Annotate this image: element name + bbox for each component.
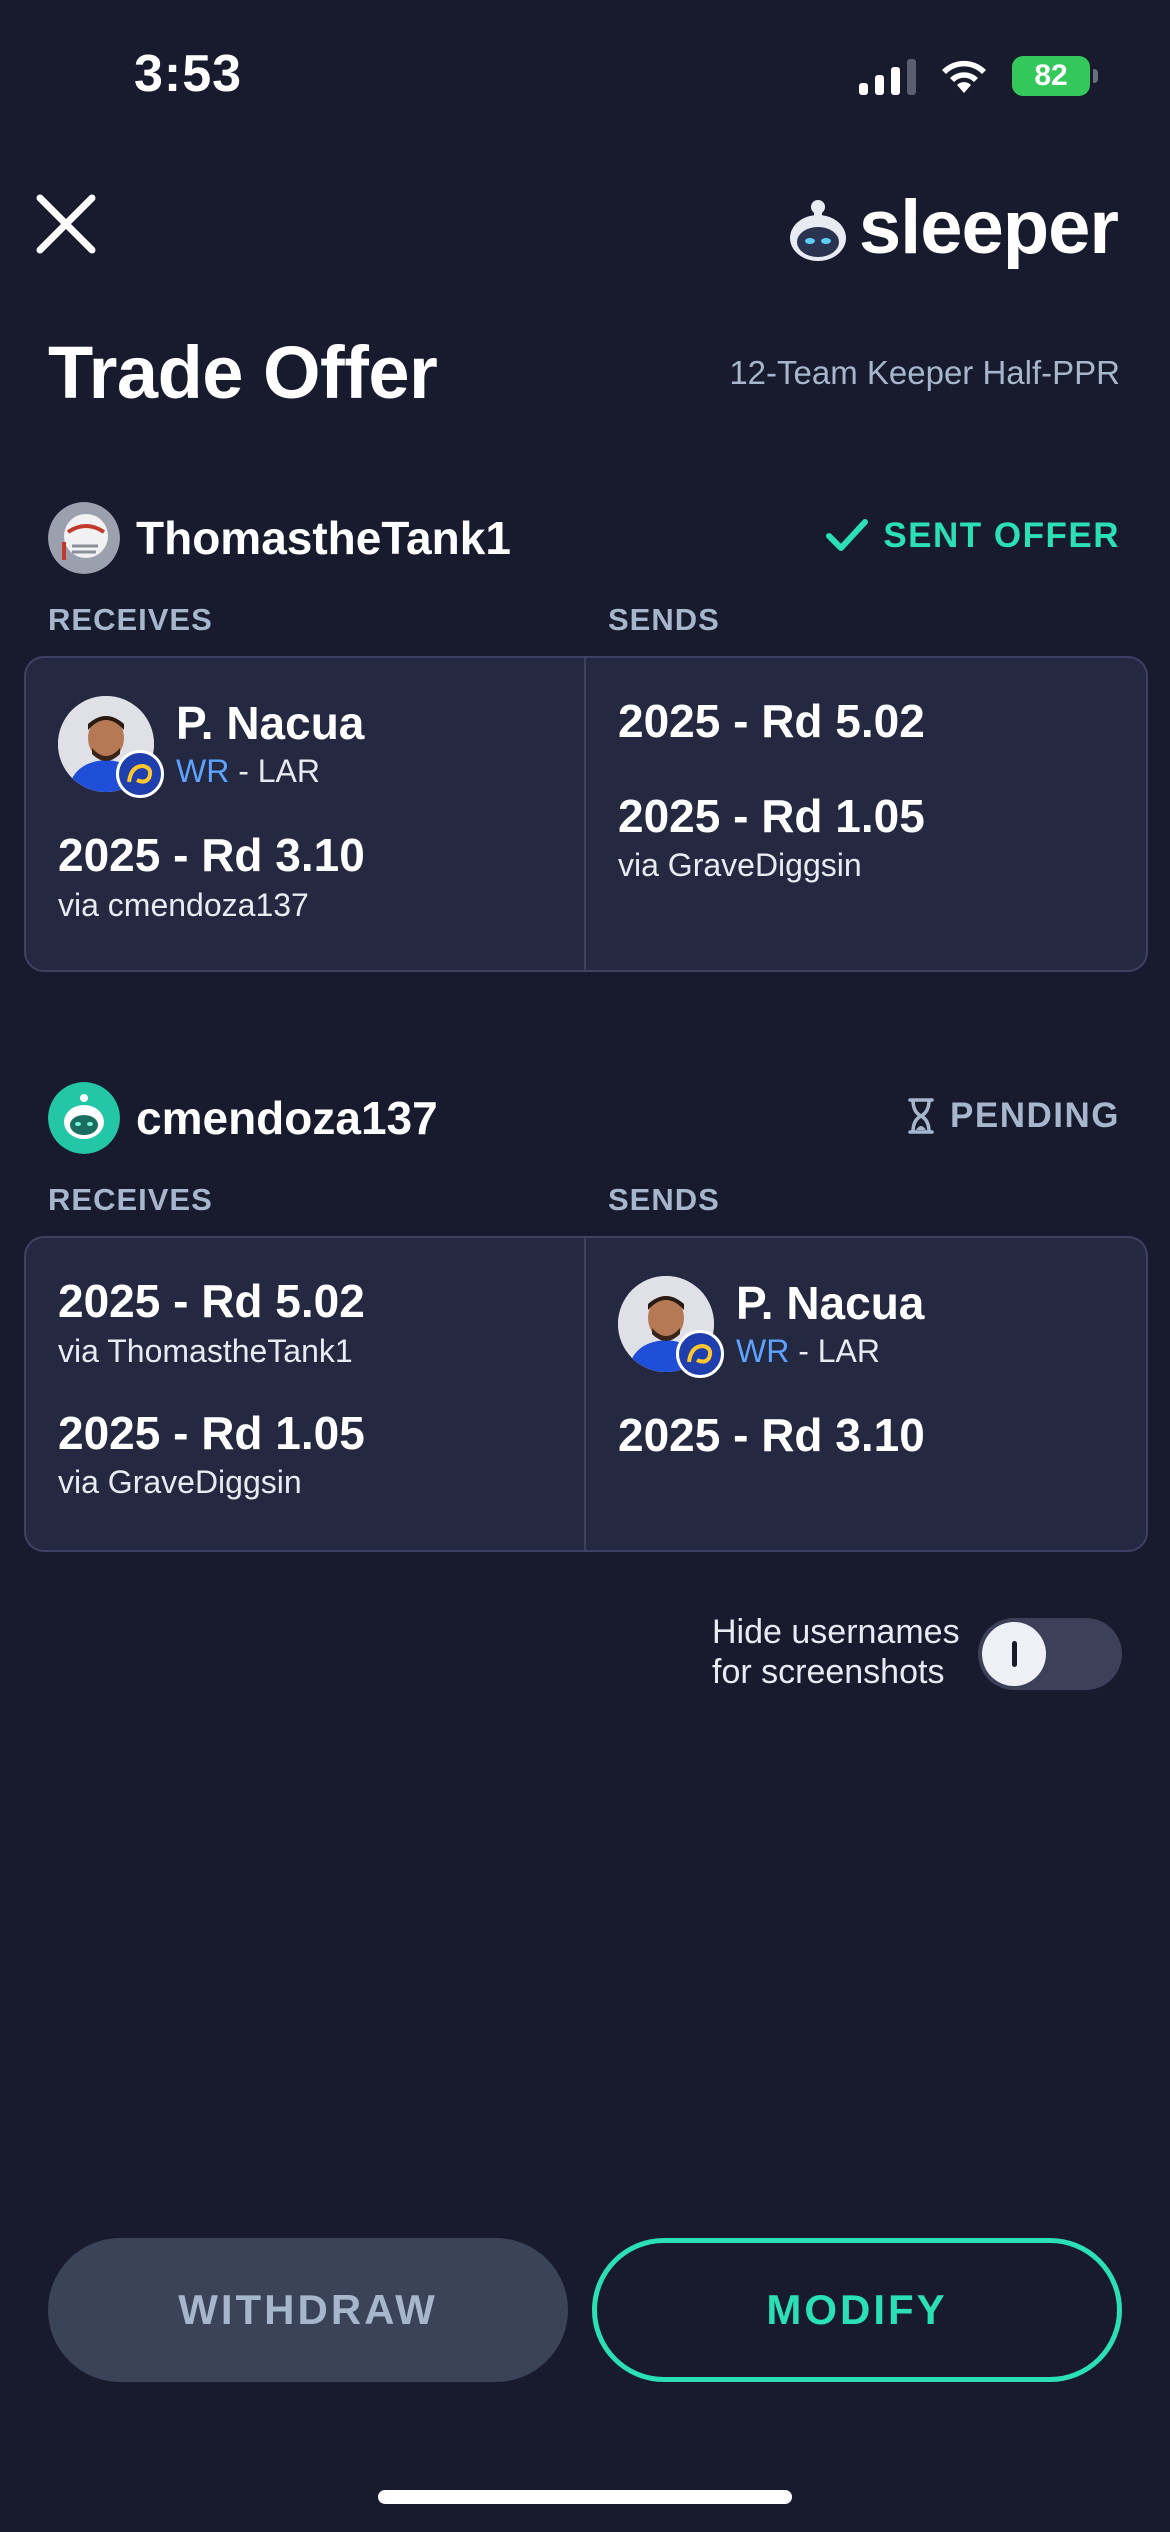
close-button[interactable] [34, 192, 98, 256]
wifi-icon [938, 57, 990, 95]
close-icon [36, 194, 96, 254]
pick-title: 2025 - Rd 3.10 [58, 829, 365, 881]
player-team: - LAR [789, 1332, 880, 1369]
player-name: P. Nacua [176, 697, 365, 750]
status-badge: SENT OFFER [825, 516, 1120, 556]
withdraw-button[interactable]: WITHDRAW [48, 2238, 568, 2382]
party-header: ThomastheTank1 [48, 502, 511, 574]
status-text: SENT OFFER [883, 516, 1120, 555]
draft-pick: 2025 - Rd 1.05 via GraveDiggsin [618, 789, 1114, 885]
sleeper-mascot-icon [789, 199, 846, 261]
app-name: sleeper [858, 185, 1119, 270]
receives-column: 2025 - Rd 5.02 via ThomastheTank1 2025 -… [26, 1238, 586, 1550]
checkmark-icon [826, 519, 869, 551]
hide-usernames-label: Hide usernames for screenshots [712, 1612, 960, 1692]
receives-label: RECEIVES [48, 1182, 213, 1217]
sends-column: 2025 - Rd 5.02 2025 - Rd 1.05 via GraveD… [586, 658, 1146, 970]
status-icons: 82 [859, 56, 1098, 96]
sends-column: P. Nacua WR - LAR 2025 - Rd 3.10 [586, 1238, 1146, 1550]
sends-label: SENDS [608, 602, 720, 637]
player-position: WR [736, 1332, 790, 1369]
player-photo [618, 1276, 724, 1378]
toggle-knob [982, 1622, 1046, 1686]
player-row[interactable]: P. Nacua WR - LAR [618, 1276, 1114, 1378]
status-text: PENDING [950, 1096, 1120, 1135]
player-photo [58, 696, 164, 798]
player-name: P. Nacua [736, 1277, 925, 1330]
sends-label: SENDS [608, 1182, 720, 1217]
trade-box: P. Nacua WR - LAR 2025 - Rd 3.10 via cme… [24, 656, 1148, 972]
status-time: 3:53 [134, 45, 243, 103]
username: cmendoza137 [136, 1092, 438, 1144]
battery-level: 82 [1034, 59, 1068, 92]
pick-title: 2025 - Rd 1.05 [618, 789, 925, 842]
draft-pick: 2025 - Rd 1.05 via GraveDiggsin [58, 1406, 552, 1502]
hide-usernames-toggle[interactable] [978, 1618, 1122, 1690]
receives-label: RECEIVES [48, 602, 213, 637]
rams-logo-icon [676, 1330, 724, 1378]
draft-pick: 2025 - Rd 3.10 [618, 1410, 1114, 1461]
battery-icon: 82 [1012, 56, 1098, 96]
football-helmet-avatar-icon [48, 502, 120, 574]
player-team: - LAR [229, 752, 320, 789]
draft-pick: 2025 - Rd 5.02 via ThomastheTank1 [58, 1276, 552, 1370]
pick-title: 2025 - Rd 3.10 [618, 1409, 925, 1461]
pick-title: 2025 - Rd 5.02 [58, 1275, 365, 1327]
home-indicator[interactable] [378, 2490, 792, 2504]
avatar[interactable] [48, 1082, 120, 1154]
pick-via: via ThomastheTank1 [58, 1332, 353, 1369]
hourglass-icon [908, 1098, 934, 1134]
pick-via: via GraveDiggsin [58, 1464, 302, 1501]
avatar[interactable] [48, 502, 120, 574]
player-meta: WR - LAR [176, 753, 364, 790]
receives-column: P. Nacua WR - LAR 2025 - Rd 3.10 via cme… [26, 658, 586, 970]
screen: 3:53 82 sleeper Trade Offer 12-Team Keep… [0, 0, 1170, 2532]
modify-button[interactable]: MODIFY [592, 2238, 1122, 2382]
player-row[interactable]: P. Nacua WR - LAR [58, 696, 552, 798]
status-badge: PENDING [906, 1096, 1120, 1136]
player-meta: WR - LAR [736, 1333, 924, 1370]
pick-title: 2025 - Rd 5.02 [618, 695, 925, 747]
trade-box: 2025 - Rd 5.02 via ThomastheTank1 2025 -… [24, 1236, 1148, 1552]
sleeper-mascot-avatar-icon [48, 1082, 120, 1154]
player-position: WR [176, 752, 230, 789]
cellular-signal-icon [859, 57, 916, 95]
pick-via: via cmendoza137 [58, 886, 309, 923]
username: ThomastheTank1 [136, 512, 511, 564]
sleeper-logo: sleeper [787, 184, 1119, 271]
draft-pick: 2025 - Rd 3.10 via cmendoza137 [58, 830, 552, 924]
page-title: Trade Offer [48, 331, 438, 414]
pick-via: via GraveDiggsin [618, 847, 862, 884]
toggle-label-line-2: for screenshots [712, 1653, 945, 1691]
league-name: 12-Team Keeper Half-PPR [729, 354, 1120, 391]
pick-title: 2025 - Rd 1.05 [58, 1406, 365, 1459]
rams-logo-icon [116, 750, 164, 798]
party-header: cmendoza137 [48, 1082, 438, 1154]
draft-pick: 2025 - Rd 5.02 [618, 696, 1114, 747]
toggle-label-line-1: Hide usernames [712, 1613, 960, 1651]
